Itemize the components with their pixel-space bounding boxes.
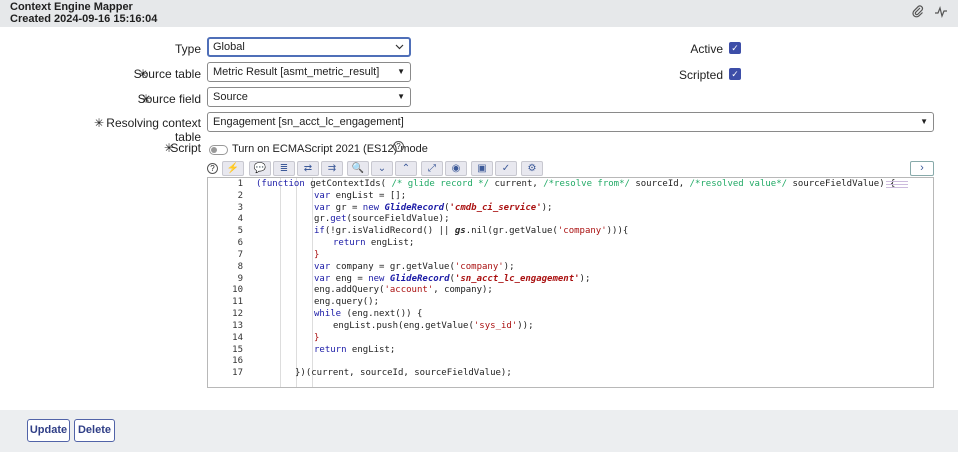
line-number: 5	[237, 226, 243, 236]
activity-icon[interactable]	[933, 5, 949, 21]
line-number: 3	[237, 203, 243, 213]
find-next-icon[interactable]: ⌄	[371, 161, 393, 176]
source-table-label: Source table	[133, 67, 201, 81]
caret-down-icon: ▼	[920, 117, 928, 126]
line-number: 14	[232, 333, 243, 343]
script-editor-toolbar: ? ⚡ 💬 ≣ ⇄ ⇉ 🔍 ⌄ ⌃ ⤢ ◉ ▣ ✓ ⚙ ›	[207, 161, 934, 177]
line-number-gutter: 1 2 3 4 5 6 7 8 9 10 11 12 13 14 15 16 1…	[208, 178, 248, 387]
fullscreen-icon[interactable]: ⤢	[421, 161, 443, 176]
settings-icon[interactable]: ⚙	[521, 161, 543, 176]
line-number: 6	[237, 238, 243, 248]
line-number: 11	[232, 297, 243, 307]
type-value: Global	[213, 41, 245, 53]
code-line: var eng = new GlideRecord('sn_acct_lc_en…	[314, 274, 591, 284]
chevron-right-icon[interactable]: ›	[910, 161, 934, 176]
script-label: Script	[170, 141, 201, 155]
source-field-value: Source	[213, 91, 248, 103]
replace-all-icon[interactable]: ⇉	[321, 161, 343, 176]
type-label: Type	[174, 42, 201, 56]
line-number: 1	[237, 179, 243, 189]
delete-button[interactable]: Delete	[74, 419, 115, 442]
code-line: var gr = new GlideRecord('cmdb_ci_servic…	[314, 203, 553, 213]
search-icon[interactable]: 🔍	[347, 161, 369, 176]
active-checkbox[interactable]: ✓	[729, 42, 741, 54]
code-line: }	[314, 333, 320, 343]
attachment-icon[interactable]	[910, 5, 926, 21]
line-number: 16	[232, 356, 243, 366]
resolving-context-table-value: Engagement [sn_acct_lc_engagement]	[213, 116, 404, 128]
script-editor[interactable]: 1 2 3 4 5 6 7 8 9 10 11 12 13 14 15 16 1…	[207, 177, 934, 388]
code-line: return engList;	[314, 345, 396, 355]
find-previous-icon[interactable]: ⌃	[395, 161, 417, 176]
code-minimap[interactable]	[886, 181, 908, 191]
line-number: 2	[237, 191, 243, 201]
save-icon[interactable]: ▣	[471, 161, 493, 176]
line-number: 7	[237, 250, 243, 260]
code-line: eng.query();	[314, 297, 380, 307]
source-table-value: Metric Result [asmt_metric_result]	[213, 66, 380, 78]
script-debugger-icon[interactable]: ◉	[445, 161, 467, 176]
code-line: while (eng.next()) {	[314, 309, 423, 319]
resolving-context-table-label: Resolving context table	[106, 116, 201, 144]
source-field-label: Source field	[137, 92, 201, 106]
update-button[interactable]: Update	[27, 419, 70, 442]
type-select[interactable]: Global	[207, 37, 411, 57]
replace-icon[interactable]: ⇄	[297, 161, 319, 176]
code-line: gr.get(sourceFieldValue);	[314, 214, 450, 224]
line-number: 8	[237, 262, 243, 272]
line-number: 4	[237, 214, 243, 224]
code-line: eng.addQuery('account', company);	[314, 285, 493, 295]
caret-down-icon: ▼	[397, 92, 405, 101]
active-label: Active	[690, 42, 723, 56]
code-line: engList.push(eng.getValue('sys_id'));	[333, 321, 534, 331]
line-number: 13	[232, 321, 243, 331]
form-footer: Update Delete	[0, 410, 958, 452]
code-line: var company = gr.getValue('company');	[314, 262, 515, 272]
line-number: 15	[232, 345, 243, 355]
line-number: 10	[232, 285, 243, 295]
chevron-down-icon	[395, 39, 404, 61]
code-line: if(!gr.isValidRecord() || gs.nil(gr.getV…	[314, 226, 629, 236]
line-number: 17	[232, 368, 243, 378]
code-line: return engList;	[333, 238, 415, 248]
resolving-context-table-select[interactable]: Engagement [sn_acct_lc_engagement] ▼	[207, 112, 934, 132]
line-number: 9	[237, 274, 243, 284]
line-number: 12	[232, 309, 243, 319]
scripted-label: Scripted	[678, 68, 723, 82]
scripted-checkbox[interactable]: ✓	[729, 68, 741, 80]
format-code-icon[interactable]: ≣	[273, 161, 295, 176]
created-timestamp: Created 2024-09-16 15:16:04	[10, 13, 158, 25]
comment-icon[interactable]: 💬	[249, 161, 271, 176]
es12-toggle[interactable]	[209, 145, 228, 155]
editor-help-icon[interactable]: ?	[207, 163, 218, 174]
code-line: }	[314, 250, 320, 260]
code-line: (function getContextIds( /* glide record…	[256, 179, 896, 189]
check-syntax-icon[interactable]: ✓	[495, 161, 517, 176]
source-field-select[interactable]: Source ▼	[207, 87, 411, 107]
form-title: Context Engine Mapper	[10, 1, 133, 13]
code-line: var engList = [];	[314, 191, 407, 201]
help-icon[interactable]: ?	[393, 141, 404, 152]
code-line: })(current, sourceId, sourceFieldValue);	[295, 368, 512, 378]
toggle-syntax-icon[interactable]: ⚡	[222, 161, 244, 176]
form-header: Context Engine Mapper Created 2024-09-16…	[0, 0, 958, 27]
caret-down-icon: ▼	[397, 67, 405, 76]
source-table-select[interactable]: Metric Result [asmt_metric_result] ▼	[207, 62, 411, 82]
